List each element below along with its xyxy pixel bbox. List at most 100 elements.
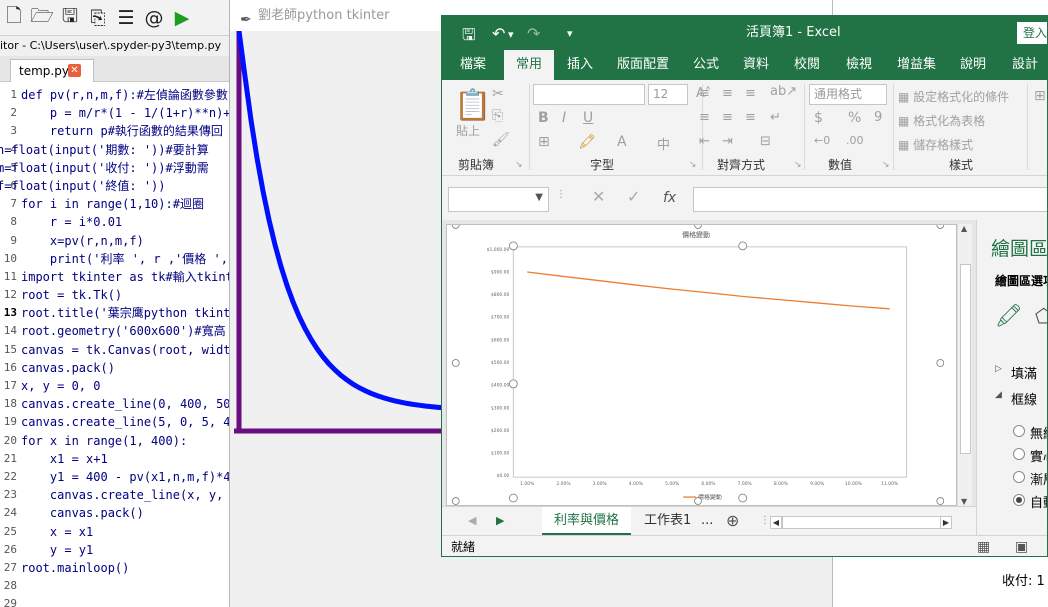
chart-resize-handle[interactable] [936,359,945,367]
format-painter-icon[interactable]: 🖌 [492,132,510,148]
currency-icon[interactable]: $ [814,110,823,126]
ribbon-tab[interactable]: 檢視 [846,50,872,80]
pane-subtitle[interactable]: 繪圖區選項 [995,272,1047,289]
ribbon-tab[interactable]: 設計 [1012,50,1038,80]
underline-icon[interactable]: U [583,110,593,126]
insert-function-icon[interactable]: fx [663,190,676,206]
chart-resize-handle[interactable] [451,359,460,367]
ribbon-tab[interactable]: 常用 [504,50,555,80]
cancel-icon[interactable]: ✕ [592,187,605,206]
next-sheet-icon[interactable]: ▶ [496,507,504,535]
paste-label[interactable]: 貼上 [456,122,480,139]
sign-in-button[interactable]: 登入 [1017,22,1047,44]
radio-button[interactable] [1013,425,1025,437]
open-folder-icon[interactable]: 🗁 [30,5,54,30]
paste-icon[interactable]: 📋 [454,88,491,123]
save-all-icon[interactable]: ⎘ [86,6,110,30]
borders-icon[interactable]: ⊞ [538,134,550,150]
ribbon-tab[interactable]: 檔案 [460,50,486,80]
decrease-decimal-icon[interactable]: .00 [846,134,864,147]
number-launcher-icon[interactable]: ↘ [882,160,890,170]
ribbon-tab[interactable]: 插入 [567,50,593,80]
radio-button[interactable] [1013,494,1025,506]
alignment-launcher-icon[interactable]: ↘ [794,160,802,170]
drag-handle-icon[interactable]: ⋮ [760,507,770,535]
italic-icon[interactable]: I [562,110,566,126]
list-icon[interactable]: ☰ [114,6,138,30]
chart-resize-handle[interactable] [451,224,460,229]
page-layout-icon[interactable]: ▣ [1015,536,1028,556]
ribbon-tab[interactable]: 校閱 [794,50,820,80]
cells-insert-icon[interactable]: ⊞ [1034,88,1046,104]
radio-button[interactable] [1013,448,1025,460]
conditional-format-button[interactable]: ▦ 設定格式化的條件 [898,88,1009,105]
resize-handle[interactable] [738,493,748,503]
font-name-box[interactable] [533,84,645,105]
copy-icon[interactable]: ⎘ [492,108,503,124]
save-icon[interactable]: 🖫 [58,5,82,30]
prev-sheet-icon[interactable]: ◀ [468,507,476,535]
chevron-down-icon[interactable]: ▼ [535,192,543,203]
formula-input[interactable] [693,187,1047,212]
align-center-icon[interactable]: ≡ [722,110,733,125]
worksheet-area[interactable]: 價格變動 $0.00 $100.00 $200.00 $300.00 $400.00 $5… [442,220,976,506]
bold-icon[interactable]: B [538,110,549,126]
increase-decimal-icon[interactable]: ←0 [814,134,830,147]
decrease-indent-icon[interactable]: ⇤ [699,134,710,149]
sheet-tab[interactable]: 工作表1 [644,507,691,535]
fill-line-icon[interactable]: 🖍 [995,304,1023,329]
format-as-table-button[interactable]: ▦ 格式化為表格 [898,112,985,129]
scroll-up-icon[interactable]: ▲ [961,224,967,233]
merge-center-icon[interactable]: ⊟ [760,134,771,149]
scroll-left-icon[interactable]: ◀ [770,516,782,529]
collapse-icon[interactable]: ◢ [995,390,1002,400]
phonetic-icon[interactable]: 中 [657,134,670,153]
cell-styles-button[interactable]: ▦ 儲存格樣式 [898,136,973,153]
align-top-icon[interactable]: ≡ [699,86,710,101]
save-icon[interactable]: 🖫 [462,24,476,51]
drag-handle-icon[interactable]: ⋮ [556,189,566,200]
sheet-tab-active[interactable]: 利率與價格 [542,507,632,535]
font-color-icon[interactable]: A [617,134,627,150]
new-file-icon[interactable]: 🗋 [2,5,26,30]
ribbon-tab[interactable]: 說明 [960,50,986,80]
ribbon-tab[interactable]: 版面配置 [617,50,669,80]
ribbon-tab[interactable]: 公式 [693,50,719,80]
undo-icon[interactable]: ↶ [492,24,505,43]
chart-resize-handle[interactable] [694,224,702,229]
name-box[interactable]: ▼ [448,187,549,212]
align-middle-icon[interactable]: ≡ [722,86,733,101]
chart-resize-handle[interactable] [451,497,460,505]
effects-icon[interactable]: ⬠ [1035,304,1047,328]
comma-icon[interactable]: 9 [874,110,882,125]
more-sheets[interactable]: ... [701,507,713,535]
fill-section[interactable]: 填滿 [1011,363,1037,382]
ribbon-tab[interactable]: 增益集 [897,50,936,80]
border-section[interactable]: 框線 [1011,389,1037,408]
add-sheet-icon[interactable]: ⊕ [726,507,739,535]
chart-resize-handle[interactable] [694,497,702,505]
at-icon[interactable]: @ [142,6,166,30]
expand-icon[interactable]: ▷ [995,364,1002,374]
normal-view-icon[interactable]: ▦ [977,536,990,556]
resize-handle[interactable] [508,241,518,251]
resize-handle[interactable] [738,241,748,251]
wrap-text-icon[interactable]: ↵ [770,110,781,125]
radio-button[interactable] [1013,471,1025,483]
fill-color-icon[interactable]: 🖍 [578,134,596,150]
code-editor[interactable]: 1 def pv(r,n,m,f):#左偵論函數參數 2 p = m/r*(1 - … [0,86,232,607]
scroll-right-icon[interactable]: ▶ [940,516,952,529]
close-tab-icon[interactable]: ✕ [68,64,81,77]
clipboard-launcher-icon[interactable]: ↘ [515,160,523,170]
run-icon[interactable]: ▶ [170,6,194,30]
align-left-icon[interactable]: ≡ [699,110,710,125]
customize-qat-icon[interactable]: ▾ [567,27,573,40]
vertical-scrollbar[interactable]: ▲ ▼ [957,224,972,506]
font-launcher-icon[interactable]: ↘ [689,160,697,170]
resize-handle[interactable] [508,379,518,389]
resize-handle[interactable] [508,493,518,503]
ribbon-tab[interactable]: 資料 [743,50,769,80]
horizontal-scrollbar[interactable] [782,516,952,529]
scrollbar-thumb[interactable] [960,264,971,454]
align-bottom-icon[interactable]: ≡ [745,86,756,101]
